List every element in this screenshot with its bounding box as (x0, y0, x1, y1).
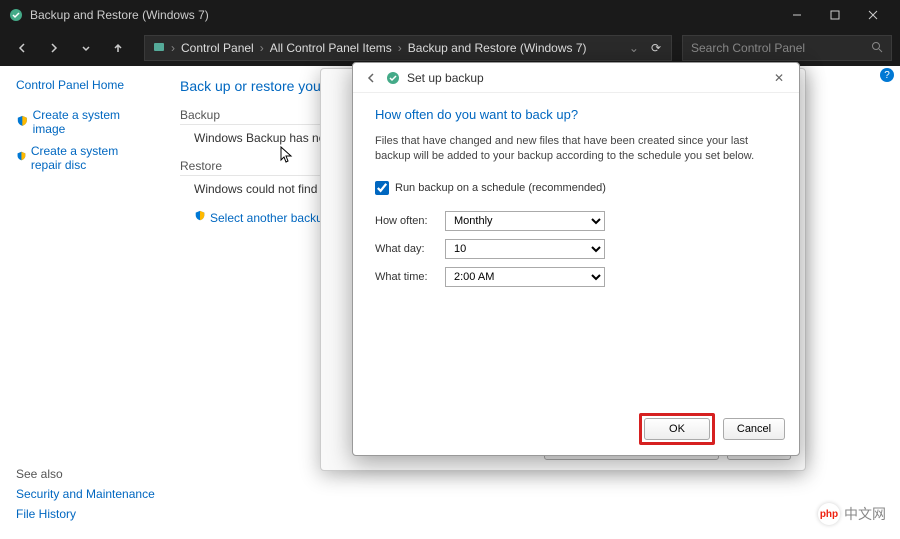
refresh-icon[interactable]: ⟳ (645, 41, 667, 55)
see-also-section: See also Security and Maintenance File H… (16, 467, 155, 527)
breadcrumb-item[interactable]: Control Panel (177, 41, 258, 55)
address-bar[interactable]: › Control Panel › All Control Panel Item… (144, 35, 672, 61)
create-repair-disc-link[interactable]: Create a system repair disc (16, 144, 144, 172)
help-icon[interactable]: ? (880, 68, 894, 82)
back-button[interactable] (8, 34, 36, 62)
what-time-label: What time: (375, 271, 445, 283)
sidebar-link-label: Create a system repair disc (31, 144, 144, 172)
how-often-label: How often: (375, 215, 445, 227)
schedule-checkbox[interactable] (375, 181, 389, 195)
security-maintenance-link[interactable]: Security and Maintenance (16, 487, 155, 501)
app-icon (8, 7, 24, 23)
control-panel-home-link[interactable]: Control Panel Home (16, 78, 144, 92)
cancel-button[interactable]: Cancel (723, 418, 785, 440)
dialog-title: Set up backup (407, 71, 484, 85)
toolbar: › Control Panel › All Control Panel Item… (0, 30, 900, 66)
shield-icon (16, 151, 27, 165)
what-day-label: What day: (375, 243, 445, 255)
window-title: Backup and Restore (Windows 7) (30, 8, 209, 22)
sidebar-link-label: Create a system image (33, 108, 144, 136)
breadcrumb-item[interactable]: Backup and Restore (Windows 7) (404, 41, 591, 55)
forward-button[interactable] (40, 34, 68, 62)
dialog-titlebar: Set up backup ✕ (353, 63, 799, 93)
shield-icon (194, 210, 206, 225)
schedule-dialog: Set up backup ✕ How often do you want to… (352, 62, 800, 456)
maximize-button[interactable] (816, 0, 854, 30)
chevron-down-icon[interactable]: ⌄ (623, 41, 645, 55)
close-button[interactable] (854, 0, 892, 30)
titlebar: Backup and Restore (Windows 7) (0, 0, 900, 30)
dialog-back-button[interactable] (361, 68, 381, 88)
watermark: php 中文网 (818, 503, 886, 525)
schedule-checkbox-row[interactable]: Run backup on a schedule (recommended) (375, 181, 777, 195)
shield-icon (16, 115, 29, 129)
breadcrumb-separator: › (396, 41, 404, 55)
up-button[interactable] (104, 34, 132, 62)
checkbox-label: Run backup on a schedule (recommended) (395, 182, 606, 194)
backup-section-header: Backup (180, 108, 320, 125)
breadcrumb-separator: › (258, 41, 266, 55)
dialog-body: How often do you want to back up? Files … (353, 93, 799, 309)
file-history-link[interactable]: File History (16, 507, 155, 521)
what-day-select[interactable]: 10 (445, 239, 605, 259)
see-also-header: See also (16, 467, 155, 481)
php-logo-icon: php (818, 503, 840, 525)
what-time-select[interactable]: 2:00 AM (445, 267, 605, 287)
watermark-text: 中文网 (844, 504, 886, 524)
search-placeholder: Search Control Panel (691, 41, 805, 55)
minimize-button[interactable] (778, 0, 816, 30)
search-icon (871, 41, 883, 56)
breadcrumb-item[interactable]: All Control Panel Items (266, 41, 396, 55)
how-often-select[interactable]: Monthly (445, 211, 605, 231)
recent-dropdown-button[interactable] (72, 34, 100, 62)
breadcrumb-separator: › (169, 41, 177, 55)
create-system-image-link[interactable]: Create a system image (16, 108, 144, 136)
ok-button-highlight: OK (639, 413, 715, 445)
backup-icon (385, 70, 401, 86)
dialog-close-button[interactable]: ✕ (767, 71, 791, 85)
dialog-heading: How often do you want to back up? (375, 107, 777, 122)
search-input[interactable]: Search Control Panel (682, 35, 892, 61)
restore-section-header: Restore (180, 159, 320, 176)
location-icon (149, 41, 169, 56)
ok-button[interactable]: OK (644, 418, 710, 440)
dialog-description: Files that have changed and new files th… (375, 134, 777, 165)
